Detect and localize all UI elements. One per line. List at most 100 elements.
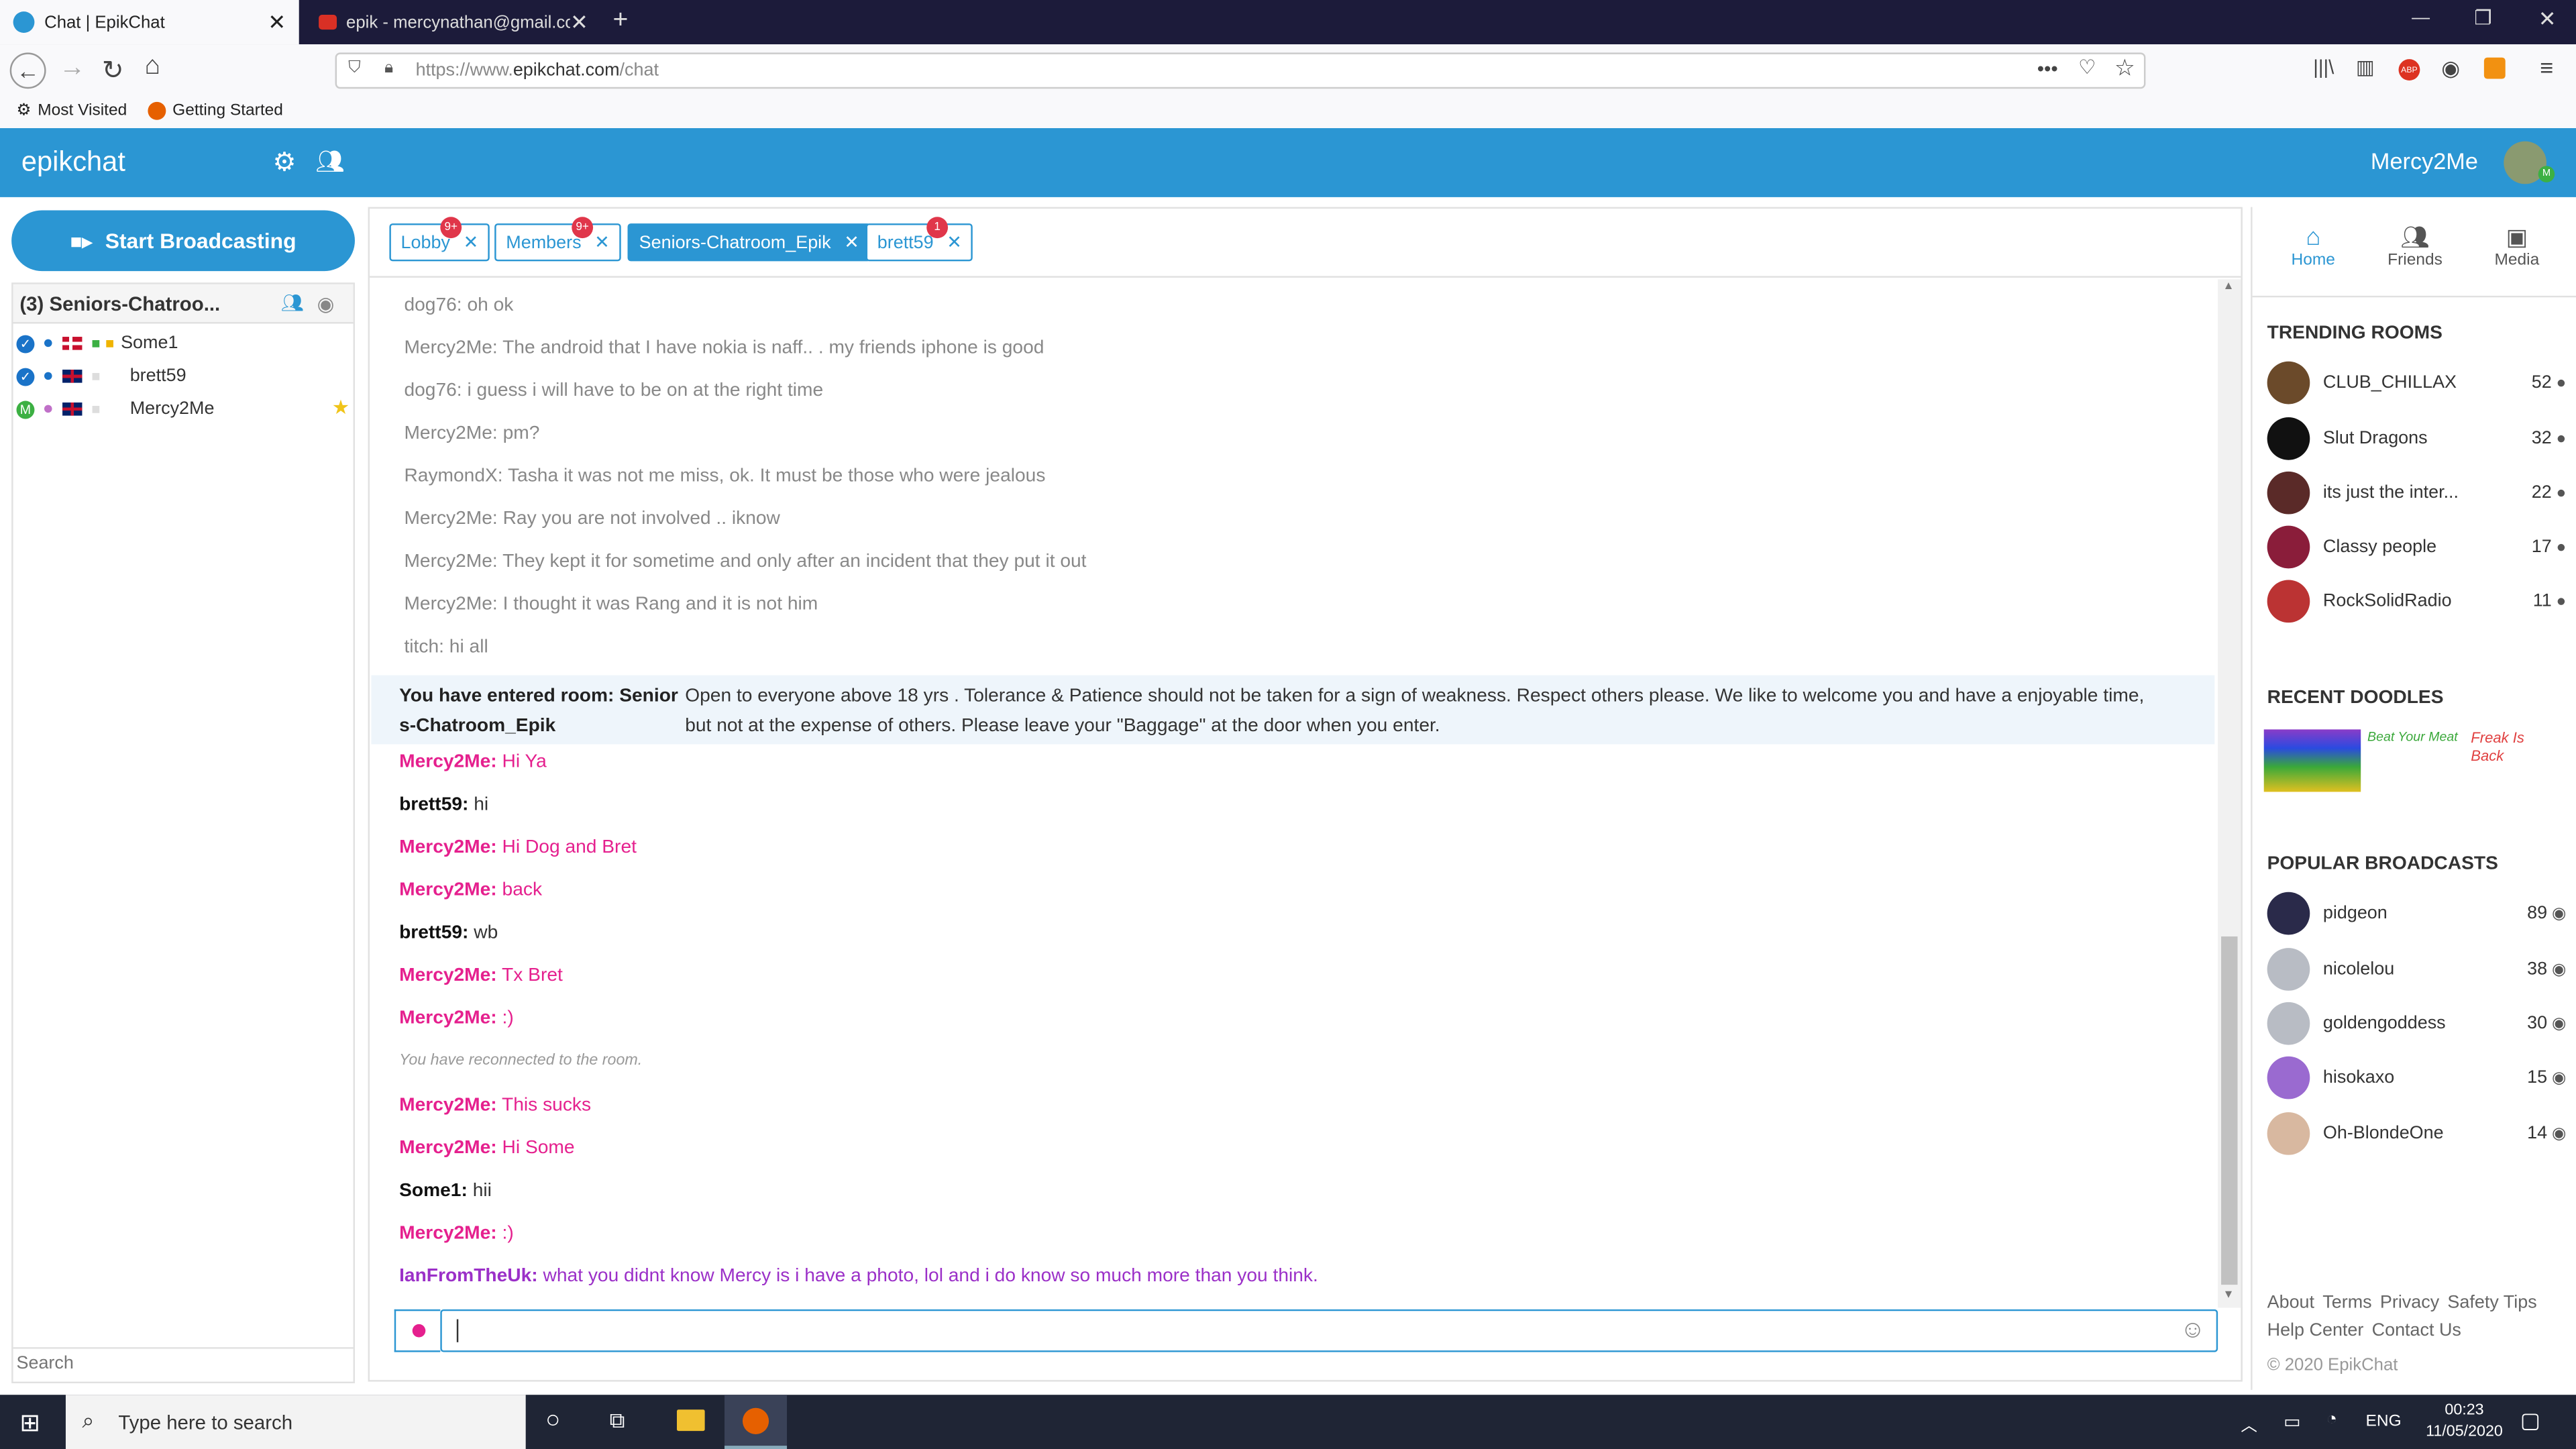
trending-room[interactable]: Classy people 17 ●: [2267, 525, 2566, 569]
message-author[interactable]: Mercy2Me:: [399, 1095, 497, 1115]
close-tab-icon[interactable]: ✕: [570, 9, 588, 35]
message-author[interactable]: Mercy2Me:: [404, 595, 497, 614]
nav-friends[interactable]: 👥︎ Friends: [2382, 223, 2448, 270]
message-author[interactable]: dog76:: [404, 381, 462, 400]
message-author[interactable]: Mercy2Me:: [399, 838, 497, 857]
start-broadcasting-button[interactable]: ■▸ Start Broadcasting: [11, 210, 355, 272]
message-author[interactable]: Mercy2Me:: [399, 1224, 497, 1244]
adblock-icon[interactable]: ABP: [2398, 59, 2420, 81]
room-user-mercy2me[interactable]: M ● ■ Mercy2Me: [16, 394, 214, 424]
tab-seniors-chatroom[interactable]: Seniors-Chatroom_Epik ✕: [627, 223, 871, 262]
chevron-up-icon[interactable]: ︿: [2241, 1411, 2257, 1436]
message-author[interactable]: brett59:: [399, 923, 468, 943]
scroll-up-icon[interactable]: ▲: [2222, 281, 2234, 292]
footer-link-safety[interactable]: Safety Tips: [2447, 1293, 2536, 1312]
footer-link-help[interactable]: Help Center: [2267, 1321, 2364, 1340]
new-tab-icon[interactable]: +: [612, 7, 628, 36]
wifi-icon[interactable]: ◔: [2326, 1409, 2337, 1429]
pocket-icon[interactable]: ♡: [2078, 56, 2096, 78]
broadcast-item[interactable]: nicolelou 38 ◉: [2267, 948, 2566, 991]
tab-lobby[interactable]: Lobby ✕: [389, 223, 490, 262]
message-author[interactable]: brett59:: [399, 795, 468, 814]
library-icon[interactable]: |||\: [2313, 56, 2334, 78]
room-user-brett59[interactable]: ✓ ● ■ brett59: [16, 362, 186, 391]
doodle-thumbnail[interactable]: Freak Is Back: [2471, 729, 2543, 792]
lock-icon[interactable]: 🔒︎: [384, 59, 393, 77]
task-view-icon[interactable]: ⧉: [610, 1408, 625, 1434]
tab-brett59[interactable]: brett59 ✕: [865, 223, 973, 262]
message-author[interactable]: Mercy2Me:: [404, 424, 497, 443]
message-author[interactable]: titch:: [404, 637, 444, 657]
message-author[interactable]: Mercy2Me:: [399, 881, 497, 900]
shield-icon[interactable]: ⛉: [348, 59, 360, 77]
broadcast-item[interactable]: pidgeon 89 ◉: [2267, 892, 2566, 935]
footer-link-contact[interactable]: Contact Us: [2372, 1321, 2461, 1340]
message-author[interactable]: dog76:: [404, 296, 462, 315]
home-icon[interactable]: ⌂: [145, 52, 161, 82]
file-explorer-icon[interactable]: [676, 1409, 705, 1432]
message-author[interactable]: RaymondX:: [404, 467, 502, 486]
menu-icon[interactable]: ≡: [2540, 54, 2553, 80]
emoji-icon[interactable]: ☺: [2180, 1316, 2206, 1344]
broadcast-item[interactable]: hisokaxo 15 ◉: [2267, 1056, 2566, 1099]
taskbar-clock[interactable]: 00:23 11/05/2020: [2415, 1400, 2514, 1443]
app-logo[interactable]: epikchat: [21, 146, 125, 179]
message-author[interactable]: Some1:: [399, 1181, 468, 1201]
doodle-thumbnail[interactable]: [2263, 729, 2361, 792]
message-author[interactable]: Mercy2Me:: [404, 509, 497, 529]
message-author[interactable]: IanFromTheUk:: [399, 1267, 538, 1286]
user-search-input[interactable]: [16, 1348, 345, 1379]
url-bar[interactable]: https://www. epikchat.com/chat: [335, 52, 2146, 89]
message-author[interactable]: Mercy2Me:: [404, 552, 497, 572]
close-tab-icon[interactable]: ✕: [268, 9, 286, 35]
minimize-icon[interactable]: —: [2412, 8, 2430, 28]
footer-link-terms[interactable]: Terms: [2322, 1293, 2371, 1312]
users-group-icon[interactable]: 👥︎: [315, 148, 345, 176]
back-icon[interactable]: ←: [9, 52, 46, 89]
reload-icon[interactable]: ↻: [102, 54, 124, 87]
scrollbar-thumb[interactable]: [2221, 936, 2238, 1285]
settings-gear-icon[interactable]: ⚙: [273, 146, 297, 179]
room-users-icon[interactable]: 👥︎: [281, 292, 304, 313]
scroll-down-icon[interactable]: ▼: [2222, 1289, 2234, 1301]
extension-icon[interactable]: [2483, 57, 2506, 79]
bookmark-most-visited[interactable]: ⚙ Most Visited: [16, 102, 127, 120]
footer-link-about[interactable]: About: [2267, 1293, 2314, 1312]
nav-home[interactable]: ⌂ Home: [2280, 223, 2346, 270]
windows-start-icon[interactable]: ⊞: [19, 1408, 40, 1438]
trending-room[interactable]: RockSolidRadio 11 ●: [2267, 580, 2566, 623]
trending-room[interactable]: Slut Dragons 32 ●: [2267, 417, 2566, 460]
broadcast-item[interactable]: goldengoddess 30 ◉: [2267, 1002, 2566, 1045]
sidebar-icon[interactable]: ▥: [2356, 56, 2375, 78]
username-label[interactable]: Mercy2Me: [2371, 148, 2478, 174]
footer-link-privacy[interactable]: Privacy: [2380, 1293, 2439, 1312]
message-input[interactable]: [440, 1309, 2218, 1352]
notifications-icon[interactable]: ▢: [2520, 1408, 2540, 1434]
bookmark-getting-started[interactable]: Getting Started: [148, 101, 283, 120]
eye-icon[interactable]: ◉: [317, 292, 335, 315]
nav-media[interactable]: ▣ Media: [2484, 223, 2550, 270]
browser-tab-epikchat[interactable]: Chat | EpikChat ✕: [0, 0, 299, 45]
trending-room[interactable]: its just the inter... 22 ●: [2267, 471, 2566, 515]
close-icon[interactable]: ✕: [844, 231, 859, 253]
message-author[interactable]: Mercy2Me:: [399, 753, 497, 772]
close-icon[interactable]: ✕: [594, 231, 610, 253]
browser-tab-gmail[interactable]: epik - mercynathan@gmail.co ✕: [306, 0, 602, 44]
more-icon[interactable]: •••: [2037, 58, 2058, 80]
account-icon[interactable]: ◉: [2441, 56, 2460, 82]
broadcast-item[interactable]: Oh-BlondeOne 14 ◉: [2267, 1112, 2566, 1155]
bookmark-star-icon[interactable]: ☆: [2114, 54, 2135, 83]
message-author[interactable]: Mercy2Me:: [404, 338, 497, 358]
doodle-thumbnail[interactable]: Beat Your Meat: [2367, 729, 2466, 792]
room-user-some1[interactable]: ✓ ● ■ ■ Some1: [16, 329, 178, 358]
restore-icon[interactable]: ❐: [2474, 7, 2491, 30]
language-indicator[interactable]: ENG: [2366, 1413, 2402, 1431]
close-icon[interactable]: ✕: [947, 231, 962, 253]
trending-room[interactable]: CLUB_CHILLAX 52 ●: [2267, 361, 2566, 405]
text-color-picker[interactable]: [394, 1309, 441, 1352]
close-window-icon[interactable]: ✕: [2538, 7, 2557, 33]
taskbar-search[interactable]: Type here to search: [65, 1395, 526, 1449]
tab-members[interactable]: Members ✕: [494, 223, 621, 262]
message-author[interactable]: Mercy2Me:: [399, 1009, 497, 1028]
close-icon[interactable]: ✕: [464, 231, 479, 253]
